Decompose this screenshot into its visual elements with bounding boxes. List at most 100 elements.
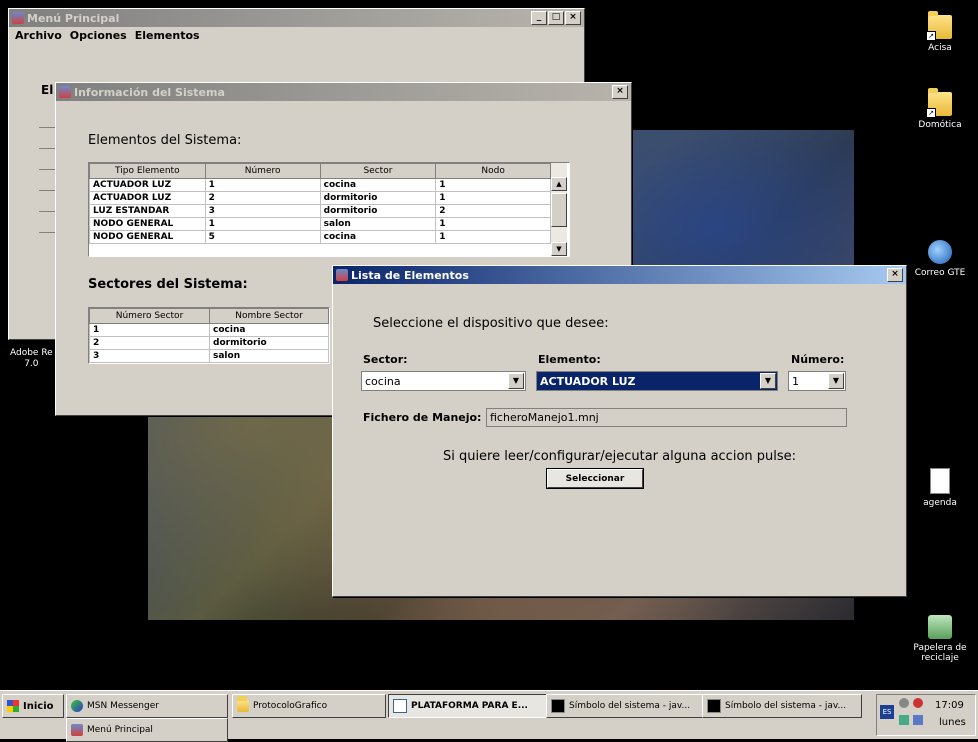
clock[interactable]: 17:09 [935, 700, 964, 711]
number-label: Número: [791, 353, 845, 366]
table-row[interactable]: NODO GENERAL 1 salon 1 [89, 217, 551, 231]
desktop-icon-label: Domótica [918, 120, 962, 130]
system-tray: ES 17:09 lunes [876, 694, 976, 736]
close-button[interactable]: × [565, 11, 581, 25]
menu-opciones[interactable]: Opciones [70, 29, 127, 42]
table-row[interactable]: ACTUADOR LUZ 1 cocina 1 [89, 178, 551, 192]
scroll-up-button[interactable]: ▲ [551, 177, 567, 191]
seleccionar-button[interactable]: Seleccionar [547, 469, 643, 488]
desktop-icon-papelera[interactable]: Papelera de reciclaje [905, 615, 975, 663]
sector-combo[interactable]: cocina ▼ [361, 371, 526, 391]
chevron-down-icon[interactable]: ▼ [508, 373, 524, 389]
elements-table: Tipo Elemento Número Sector Nodo ACTUADO… [89, 163, 551, 244]
console-icon [551, 699, 565, 713]
desktop-icon-label: agenda [923, 498, 957, 508]
table-row[interactable]: LUZ ESTANDAR 3 dormitorio 2 [89, 204, 551, 218]
scroll-down-button[interactable]: ▼ [551, 242, 567, 256]
desktop-icon-agenda[interactable]: agenda [905, 468, 975, 508]
globe-icon [928, 240, 952, 264]
desktop-icon-adobe-partial[interactable]: Adobe Re 7.0 [10, 348, 53, 370]
list-window-titlebar[interactable]: Lista de Elementos × [333, 266, 906, 284]
task-button-console-1[interactable]: Símbolo del sistema - jav... [546, 694, 706, 718]
table-cell: 1 [204, 178, 321, 192]
table-row[interactable]: 2 dormitorio [89, 336, 329, 350]
document-icon [393, 699, 407, 713]
folder-icon [237, 696, 249, 712]
sectors-table-container: Número Sector Nombre Sector 1 cocina 2 d… [88, 307, 330, 364]
column-header[interactable]: Tipo Elemento [89, 163, 206, 179]
messenger-icon [71, 700, 83, 712]
menu-archivo[interactable]: Archivo [15, 29, 62, 42]
main-window-titlebar[interactable]: Menú Principal _ □ × [9, 9, 584, 27]
sector-label: Sector: [363, 353, 408, 366]
table-row[interactable]: 3 salon [89, 349, 329, 363]
table-cell: 1 [435, 178, 551, 192]
element-combo[interactable]: ACTUADOR LUZ ▼ [536, 371, 778, 391]
desktop-icon-label: Correo GTE [914, 268, 966, 278]
network-icon[interactable] [899, 698, 909, 708]
chevron-down-icon[interactable]: ▼ [828, 373, 844, 389]
table-cell: 5 [204, 230, 321, 244]
column-header[interactable]: Sector [319, 163, 437, 179]
chevron-down-icon[interactable]: ▼ [760, 373, 776, 389]
task-button-plataforma[interactable]: PLATAFORMA PARA E... [388, 694, 550, 718]
start-button[interactable]: Inicio [2, 694, 64, 718]
window-title: Menú Principal [27, 11, 120, 25]
sectors-table: Número Sector Nombre Sector 1 cocina 2 d… [89, 308, 329, 363]
task-button-protocolografico[interactable]: ProtocoloGrafico [232, 694, 386, 718]
table-cell: NODO GENERAL [89, 230, 206, 244]
task-button-msn[interactable]: MSN Messenger [66, 694, 228, 718]
table-cell: dormitorio [319, 191, 437, 205]
table-cell: ACTUADOR LUZ [89, 178, 206, 192]
number-combo[interactable]: 1 ▼ [788, 371, 846, 391]
table-row[interactable]: ACTUADOR LUZ 2 dormitorio 1 [89, 191, 551, 205]
table-cell: dormitorio [319, 204, 437, 218]
column-header[interactable]: Número [204, 163, 321, 179]
element-label: Elemento: [538, 353, 601, 366]
maximize-button[interactable]: □ [548, 11, 564, 25]
info-window-titlebar[interactable]: Información del Sistema × [56, 83, 631, 101]
table-cell: LUZ ESTANDAR [89, 204, 206, 218]
table-cell: NODO GENERAL [89, 217, 206, 231]
java-icon [71, 724, 83, 736]
desktop-icon-label: Acisa [928, 43, 952, 53]
java-icon [59, 86, 71, 98]
desktop-icon-label: 7.0 [24, 359, 39, 369]
column-header[interactable]: Número Sector [89, 308, 210, 324]
main-partial-label: El [41, 83, 54, 97]
table-cell: salon [319, 217, 437, 231]
language-indicator[interactable]: ES [880, 705, 894, 719]
document-icon [930, 468, 950, 494]
column-header[interactable]: Nombre Sector [209, 308, 329, 324]
desktop-icon-domotica[interactable]: ↗ Domótica [905, 88, 975, 130]
vertical-scrollbar[interactable]: ▲ ▼ [551, 163, 567, 256]
table-row[interactable]: NODO GENERAL 5 cocina 1 [89, 230, 551, 244]
menu-bar: Archivo Opciones Elementos [9, 27, 584, 44]
taskbar: Inicio MSN Messenger ProtocoloGrafico PL… [0, 690, 978, 742]
recycle-bin-icon [928, 615, 952, 639]
table-cell: 1 [89, 323, 210, 337]
security-icon[interactable] [913, 698, 923, 708]
table-row[interactable]: 1 cocina [89, 323, 329, 337]
scroll-thumb[interactable] [551, 193, 567, 227]
menu-elementos[interactable]: Elementos [135, 29, 200, 42]
desktop-icon-acisa[interactable]: ↗ Acisa [905, 11, 975, 53]
close-button[interactable]: × [612, 85, 628, 99]
sectors-heading: Sectores del Sistema: [88, 277, 248, 292]
messenger-tray-icon[interactable] [899, 715, 909, 725]
task-button-console-2[interactable]: Símbolo del sistema - jav... [702, 694, 862, 718]
task-label: MSN Messenger [87, 701, 159, 711]
table-cell: 1 [435, 230, 551, 244]
table-cell: 2 [435, 204, 551, 218]
close-button[interactable]: × [887, 268, 903, 282]
java-icon [336, 269, 348, 281]
desktop-icon-correo-gte[interactable]: Correo GTE [905, 240, 975, 278]
task-label: PLATAFORMA PARA E... [411, 701, 528, 711]
users-icon[interactable] [913, 715, 923, 725]
file-field[interactable]: ficheroManejo1.mnj [486, 408, 847, 427]
column-header[interactable]: Nodo [435, 163, 551, 179]
task-button-menu-principal[interactable]: Menú Principal [66, 718, 228, 742]
minimize-button[interactable]: _ [531, 11, 547, 25]
table-cell: dormitorio [209, 336, 329, 350]
java-icon [12, 12, 24, 24]
